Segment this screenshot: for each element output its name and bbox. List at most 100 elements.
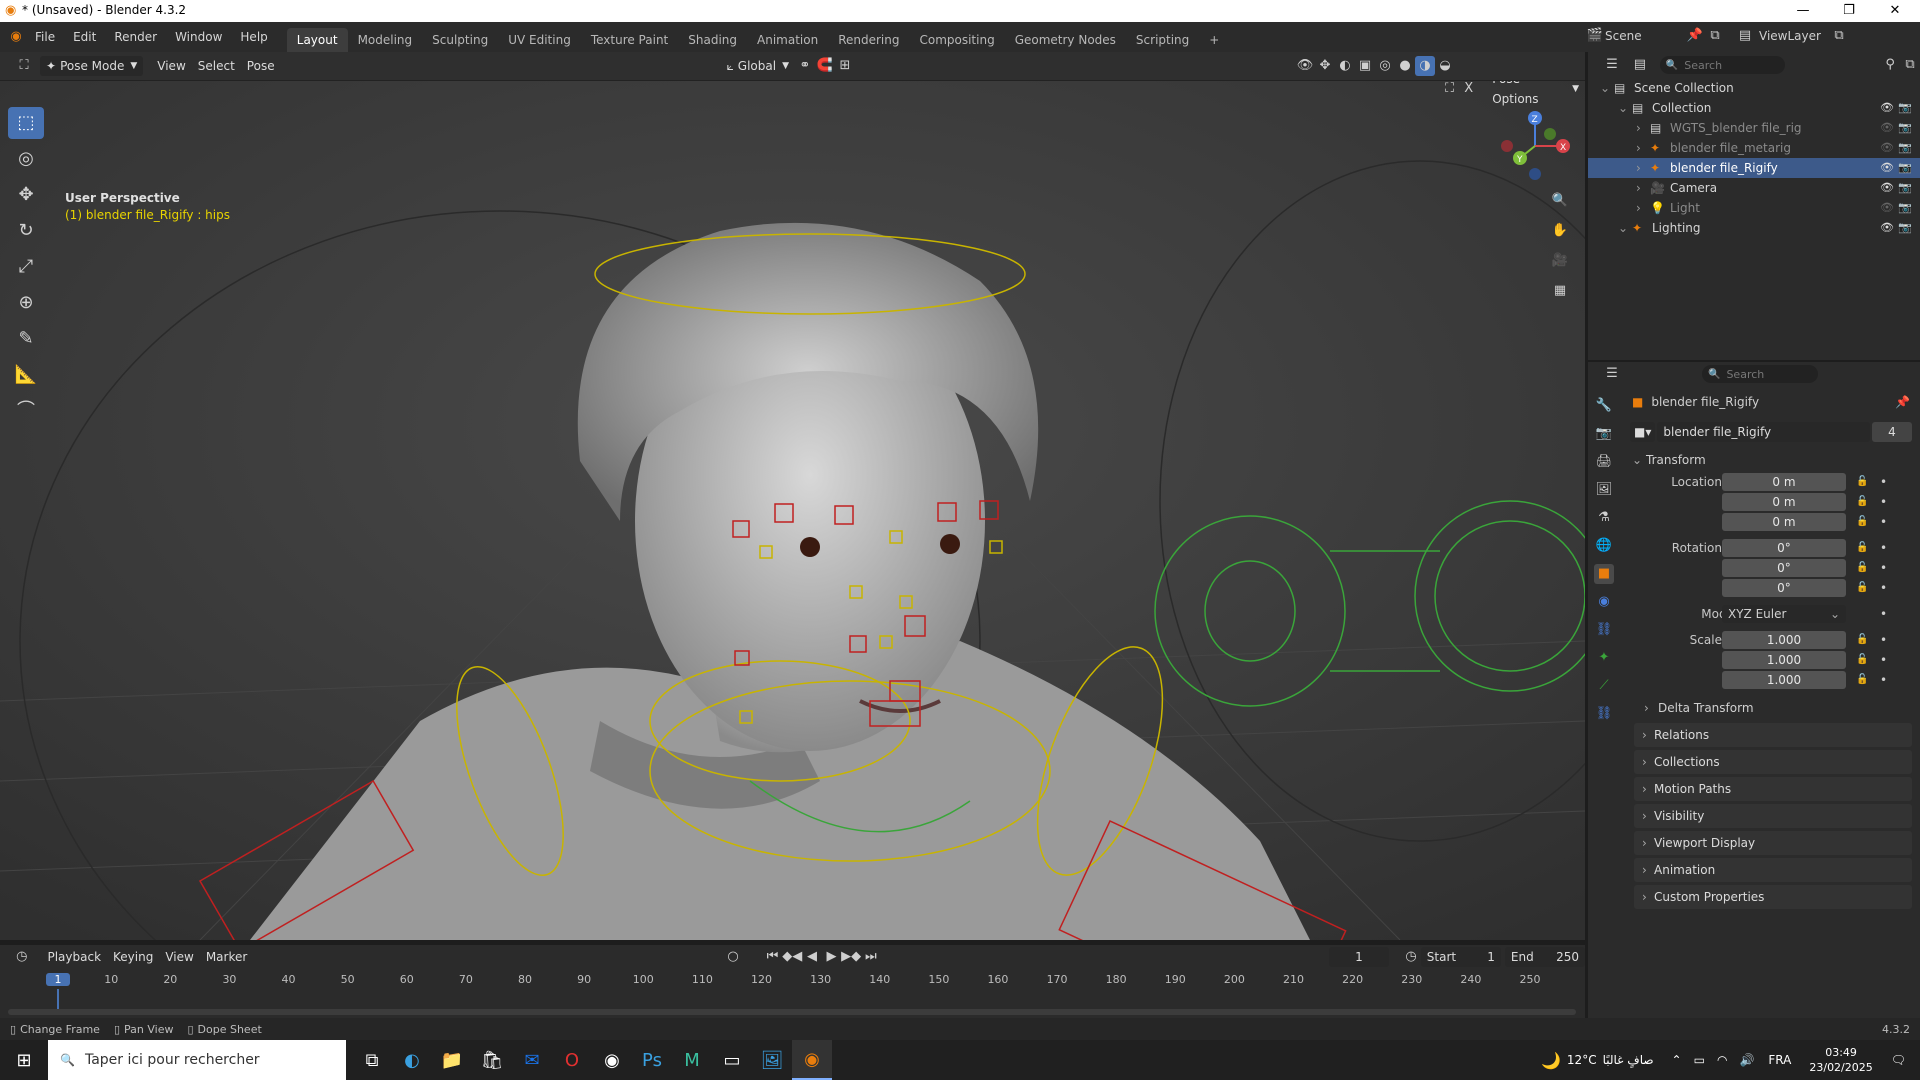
visibility-icon[interactable]: 👁 — [1295, 56, 1315, 76]
outliner-row[interactable]: › ▤ WGTS_blender file_rig 👁 📷 — [1588, 118, 1920, 138]
disclosure-icon[interactable]: › — [1636, 178, 1641, 198]
menu-file[interactable]: File — [26, 22, 64, 52]
disclosure-icon[interactable]: ⌄ — [1618, 218, 1628, 238]
current-frame-field[interactable]: 1 — [1328, 947, 1390, 967]
render-camera-icon[interactable]: 📷 — [1898, 198, 1912, 218]
tab-layout[interactable]: Layout — [286, 28, 348, 52]
visibility-eye-icon[interactable]: 👁 — [1880, 158, 1894, 178]
camera-view-icon[interactable]: 🎥 — [1550, 251, 1570, 271]
play-icon[interactable]: ▶ — [822, 947, 841, 967]
rotation-y-field[interactable]: 0° — [1722, 559, 1846, 577]
clock[interactable]: 03:49 23/02/2025 — [1809, 1045, 1872, 1075]
chrome-icon[interactable]: ◉ — [592, 1040, 632, 1080]
lock-icon[interactable]: 🔓 — [1856, 512, 1868, 532]
lock-icon[interactable]: 🔓 — [1856, 538, 1868, 558]
visibility-eye-icon[interactable]: 👁 — [1880, 198, 1894, 218]
taskbar-search[interactable]: 🔍 Taper ici pour rechercher — [48, 1040, 346, 1080]
wireframe-shading-icon[interactable]: ◎ — [1375, 56, 1395, 76]
navigation-gizmo[interactable]: Z X Y — [1495, 106, 1575, 186]
editor-type-icon[interactable]: ◷ — [12, 947, 31, 967]
keyframe-dot-icon[interactable]: • — [1880, 512, 1887, 532]
keyframe-dot-icon[interactable]: • — [1880, 492, 1887, 512]
new-collection-icon[interactable]: ⧉ — [1900, 55, 1920, 75]
keyframe-dot-icon[interactable]: • — [1880, 630, 1887, 650]
timeline-ruler[interactable]: 1 10 20 30 40 50 60 70 80 90 100 110 120 130 140 150 160… — [0, 971, 1585, 1015]
view-menu[interactable]: View — [151, 56, 191, 76]
render-tab-icon[interactable]: 📷 — [1594, 424, 1614, 444]
app-m-icon[interactable]: M — [672, 1040, 712, 1080]
file-explorer-icon[interactable]: 📁 — [432, 1040, 472, 1080]
render-camera-icon[interactable]: 📷 — [1898, 138, 1912, 158]
prev-keyframe-icon[interactable]: ◆◀ — [782, 947, 802, 967]
gizmo-icon[interactable]: ✥ — [1315, 56, 1335, 76]
notification-icon[interactable]: 🗨 — [1891, 1053, 1906, 1067]
panel-collections[interactable]: Collections — [1634, 750, 1912, 774]
physics-tab-icon[interactable]: ◉ — [1594, 592, 1614, 612]
object-tab-icon[interactable]: ■ — [1594, 564, 1614, 584]
location-x-field[interactable]: 0 m — [1722, 473, 1846, 491]
location-y-field[interactable]: 0 m — [1722, 493, 1846, 511]
language-indicator[interactable]: FRA — [1768, 1053, 1791, 1067]
keyframe-dot-icon[interactable]: • — [1880, 472, 1887, 492]
xray-bone-icon[interactable]: ⛶ — [1440, 81, 1459, 99]
tab-scripting[interactable]: Scripting — [1126, 28, 1199, 52]
tab-compositing[interactable]: Compositing — [909, 28, 1004, 52]
tool-tab-icon[interactable]: 🔧 — [1594, 396, 1614, 416]
delta-transform-header[interactable]: › Delta Transform — [1626, 696, 1920, 720]
minimize-icon[interactable]: — — [1780, 0, 1826, 22]
properties-search[interactable]: 🔍 Search — [1702, 365, 1818, 383]
autokey-icon[interactable]: ○ — [723, 947, 742, 967]
overlay-icon[interactable]: ◐ — [1335, 56, 1355, 76]
world-tab-icon[interactable]: 🌐 — [1594, 536, 1614, 556]
menu-help[interactable]: Help — [231, 22, 276, 52]
outliner-row[interactable]: ⌄ ▤ Scene Collection — [1588, 78, 1920, 98]
transform-tool-icon[interactable]: ⊕ — [8, 287, 44, 319]
panel-animation[interactable]: Animation — [1634, 858, 1912, 882]
material-shading-icon[interactable]: ◑ — [1415, 56, 1435, 76]
tab-[interactable]: + — [1199, 28, 1229, 52]
armature-data-tab-icon[interactable]: ✦ — [1594, 648, 1614, 668]
restore-icon[interactable]: ❐ — [1826, 0, 1872, 22]
scene-selector[interactable]: 🎬 Scene 📌 ⧉ ▤ ViewLayer ⧉ — [1585, 26, 1849, 46]
volume-icon[interactable]: 🔊 — [1739, 1053, 1754, 1067]
timeline-menu-playback[interactable]: Playback — [41, 947, 107, 967]
battery-icon[interactable]: ▭ — [1694, 1053, 1705, 1067]
lock-icon[interactable]: 🔓 — [1856, 558, 1868, 578]
play-reverse-icon[interactable]: ◀ — [802, 947, 821, 967]
tab-geometry-nodes[interactable]: Geometry Nodes — [1005, 28, 1126, 52]
transform-panel-header[interactable]: ⌄ Transform — [1626, 448, 1920, 472]
rotation-z-field[interactable]: 0° — [1722, 579, 1846, 597]
pin-icon[interactable]: 📌 — [1685, 26, 1705, 46]
grid-view-icon[interactable]: ▦ — [1550, 281, 1570, 301]
panel-relations[interactable]: Relations — [1634, 723, 1912, 747]
timeline-scrollbar[interactable] — [8, 1009, 1576, 1015]
keyframe-dot-icon[interactable]: • — [1880, 558, 1887, 578]
panel-motion-paths[interactable]: Motion Paths — [1634, 777, 1912, 801]
tab-rendering[interactable]: Rendering — [828, 28, 909, 52]
lock-icon[interactable]: 🔓 — [1856, 492, 1868, 512]
editor-type-icon[interactable]: ☰ — [1602, 55, 1622, 75]
user-count[interactable]: 4 — [1872, 422, 1912, 442]
disclosure-icon[interactable]: ⌄ — [1618, 98, 1628, 118]
scale-z-field[interactable]: 1.000 — [1722, 671, 1846, 689]
outliner-row[interactable]: ⌄ ▤ Collection 👁 📷 — [1588, 98, 1920, 118]
display-mode-icon[interactable]: ▤ — [1630, 55, 1650, 75]
outliner-row[interactable]: › 💡 Light 👁 📷 — [1588, 198, 1920, 218]
panel-custom-properties[interactable]: Custom Properties — [1634, 885, 1912, 909]
snap-icon[interactable]: 🧲 — [815, 56, 835, 76]
menu-render[interactable]: Render — [105, 22, 166, 52]
app-photos-icon[interactable]: 🖼 — [752, 1040, 792, 1080]
scale-y-field[interactable]: 1.000 — [1722, 651, 1846, 669]
photoshop-icon[interactable]: Ps — [632, 1040, 672, 1080]
blender-taskbar-icon[interactable]: ◉ — [792, 1040, 832, 1080]
end-frame-field[interactable]: End 250 — [1504, 947, 1586, 967]
mode-selector[interactable]: ✦ Pose Mode ▼ — [40, 56, 144, 76]
disclosure-icon[interactable]: › — [1636, 198, 1641, 218]
select-box-tool-icon[interactable]: ⬚ — [8, 107, 44, 139]
keyframe-dot-icon[interactable]: • — [1880, 650, 1887, 670]
visibility-eye-icon[interactable]: 👁 — [1880, 178, 1894, 198]
panel-visibility[interactable]: Visibility — [1634, 804, 1912, 828]
start-frame-field[interactable]: Start 1 — [1420, 947, 1501, 967]
filter-icon[interactable]: ⚲ — [1880, 55, 1900, 75]
view-layer-tab-icon[interactable]: 🖼 — [1594, 480, 1614, 500]
